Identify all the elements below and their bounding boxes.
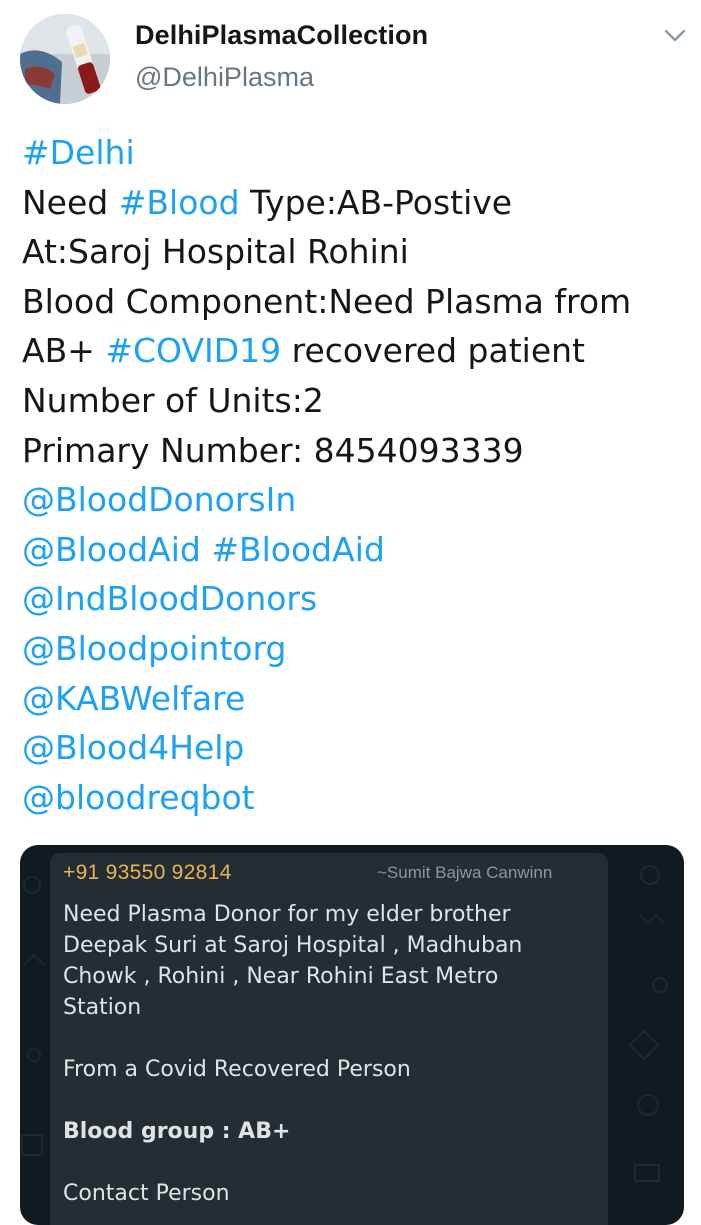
avatar-image [20, 14, 110, 104]
text-segment: recovered patient [281, 331, 585, 371]
tweet-text: #Delhi Need #Blood Type:AB-Postive At:Sa… [22, 128, 692, 822]
message-line: Contact Person [63, 1181, 230, 1206]
message-line: Need Plasma Donor for my elder brother [63, 902, 511, 927]
chat-message: Need Plasma Donor for my elder brother D… [63, 899, 583, 1209]
text-line: At:Saroj Hospital Rohini [22, 232, 409, 272]
text-line: @BloodDonorsIn [22, 475, 692, 525]
text-line: @BloodAid #BloodAid [22, 525, 692, 575]
hashtag-link[interactable]: #COVID19 [105, 331, 281, 370]
mention-link[interactable]: @IndBloodDonors [22, 579, 317, 618]
mention-link[interactable]: @Blood4Help [22, 728, 244, 767]
text-line: @Bloodpointorg [22, 624, 692, 674]
mention-link[interactable]: @BloodAid [22, 530, 201, 569]
mention-link[interactable]: @BloodDonorsIn [22, 480, 296, 519]
hashtag-link[interactable]: #Delhi [22, 133, 135, 172]
user-handle[interactable]: @DelhiPlasma [135, 62, 314, 93]
text-line: @Blood4Help [22, 723, 692, 773]
mention-link[interactable]: @KABWelfare [22, 679, 245, 718]
text-line: #Delhi [22, 128, 692, 178]
mention-link[interactable]: @Bloodpointorg [22, 629, 286, 668]
mention-link[interactable]: @bloodreqbot [22, 778, 255, 817]
message-line: From a Covid Recovered Person [63, 1057, 411, 1082]
tweet: DelhiPlasmaCollection @DelhiPlasma #Delh… [0, 0, 701, 1225]
text-segment: AB+ [22, 331, 106, 371]
text-line: Primary Number: 8454093339 [22, 430, 524, 470]
text-line: Blood Component:Need Plasma from [22, 281, 632, 321]
text-segment: Type:AB-Postive [239, 182, 513, 222]
hashtag-link[interactable]: #BloodAid [211, 530, 384, 569]
text-line: AB+ #COVID19 recovered patient [22, 326, 692, 376]
text-segment [201, 530, 212, 569]
message-line: Deepak Suri at Saroj Hospital , Madhuban [63, 933, 523, 958]
sender-name: ~Sumit Bajwa Canwinn [377, 863, 553, 882]
text-line: @KABWelfare [22, 674, 692, 724]
message-line: Chowk , Rohini , Near Rohini East Metro [63, 964, 499, 989]
avatar[interactable] [20, 14, 110, 104]
message-line: Blood group : AB+ [63, 1119, 291, 1144]
message-line: Station [63, 995, 142, 1020]
attached-image[interactable]: +91 93550 92814 ~Sumit Bajwa Canwinn Nee… [20, 845, 684, 1225]
display-name[interactable]: DelhiPlasmaCollection [135, 20, 428, 51]
text-line: @IndBloodDonors [22, 574, 692, 624]
hashtag-link[interactable]: #Blood [119, 183, 240, 222]
text-line: Number of Units:2 [22, 380, 324, 420]
text-segment: Need [22, 182, 119, 222]
sender-phone: +91 93550 92814 [63, 861, 232, 884]
chevron-down-icon[interactable] [660, 22, 690, 48]
text-line: Need #Blood Type:AB-Postive [22, 178, 692, 228]
text-line: @bloodreqbot [22, 773, 692, 823]
